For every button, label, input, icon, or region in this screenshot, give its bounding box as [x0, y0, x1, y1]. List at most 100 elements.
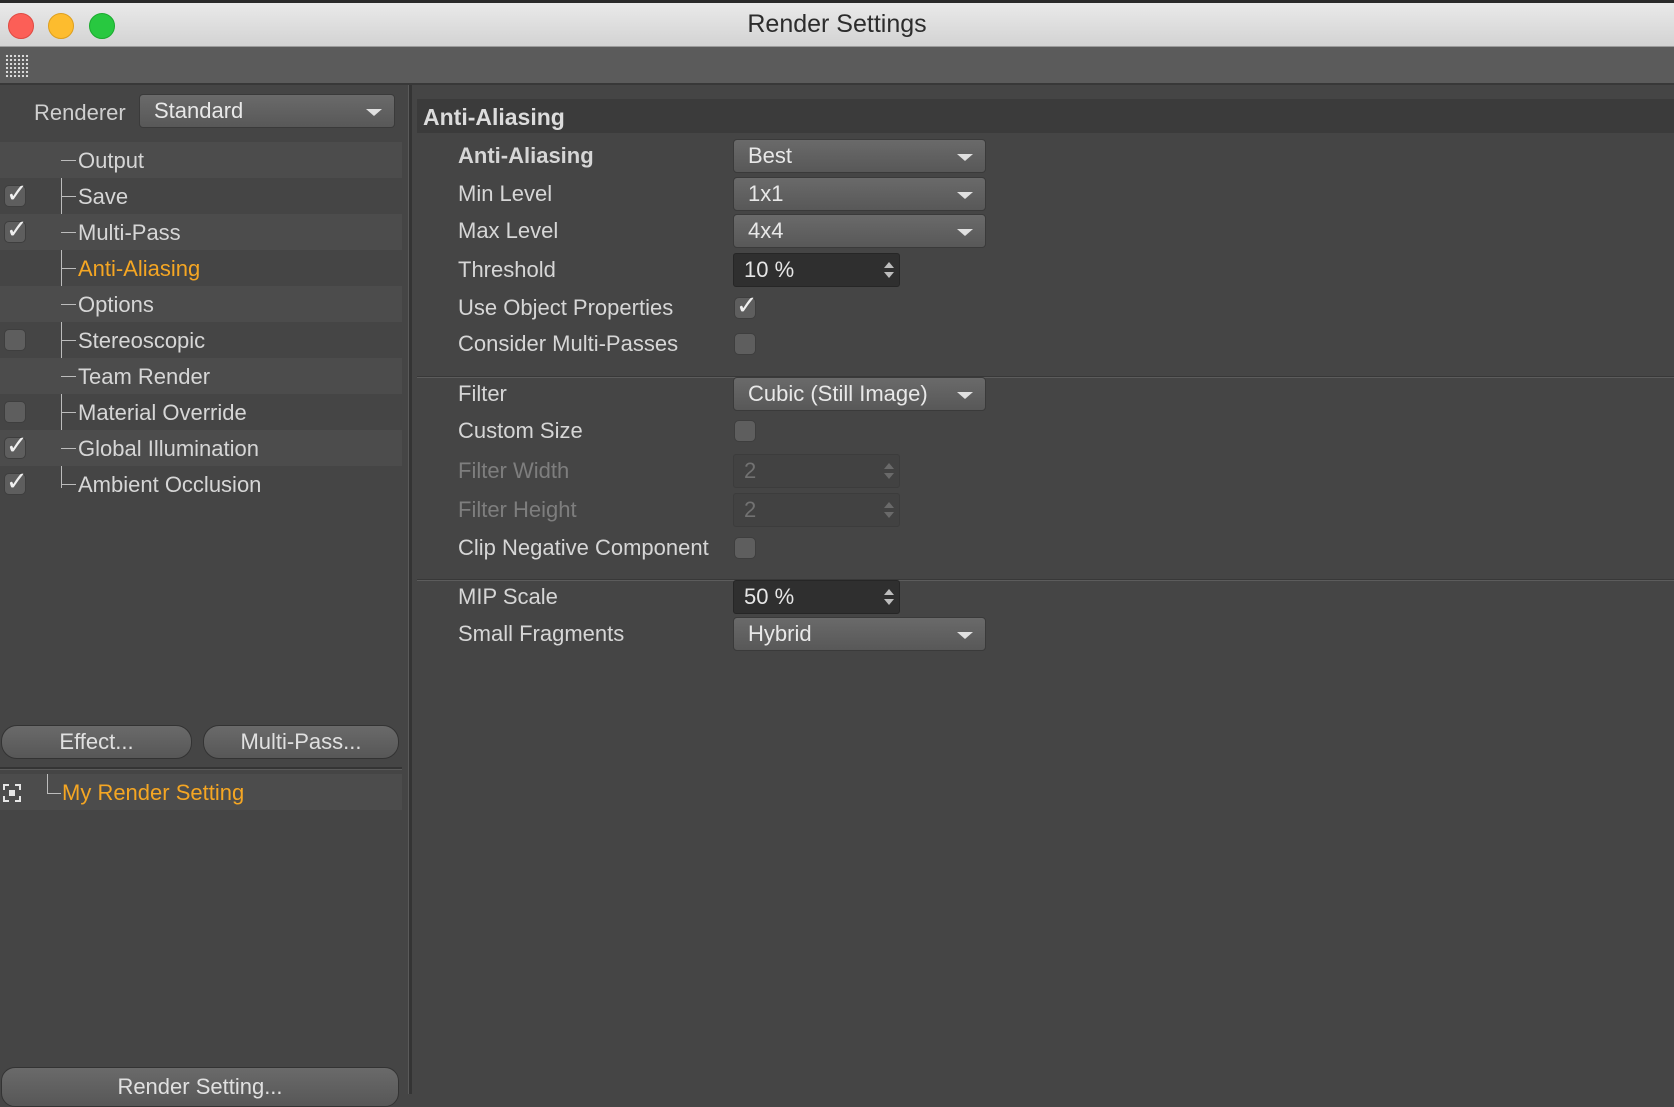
tree-item-team-render[interactable]: Team Render [0, 358, 402, 394]
consider-multi-passes-checkbox[interactable] [734, 333, 756, 355]
filter-row: Filter Cubic (Still Image) [412, 375, 1674, 413]
section-title: Anti-Aliasing [417, 99, 1674, 133]
render-setting-icon[interactable] [3, 784, 21, 802]
check-icon: ✓ [6, 466, 28, 496]
tree-item-material-override[interactable]: Material Override [0, 394, 402, 430]
min-level-dropdown[interactable]: 1x1 [733, 177, 986, 211]
effect-button[interactable]: Effect... [1, 725, 192, 759]
chevron-down-icon [957, 229, 973, 236]
tree-item-label: Multi-Pass [78, 220, 181, 245]
mip-scale-row: MIP Scale 50 % [412, 578, 1674, 616]
tree-item-anti-aliasing[interactable]: Anti-Aliasing [0, 250, 402, 286]
max-level-dropdown[interactable]: 4x4 [733, 214, 986, 248]
filter-width-row: Filter Width 2 [412, 452, 1674, 490]
filter-label: Filter [458, 381, 732, 411]
global-illumination-checkbox[interactable]: ✓ [4, 432, 28, 459]
small-fragments-value: Hybrid [748, 621, 812, 646]
filter-width-label: Filter Width [458, 458, 732, 488]
tree-branch [61, 448, 76, 449]
chevron-down-icon [957, 154, 973, 161]
render-setting-item[interactable]: My Render Setting [0, 774, 402, 810]
anti-aliasing-value: Best [748, 143, 793, 168]
tree-item-label: Output [78, 148, 145, 173]
title-bar-top-edge [0, 0, 1674, 3]
min-level-label: Min Level [458, 181, 732, 211]
save-checkbox[interactable]: ✓ [4, 180, 28, 207]
filter-height-input[interactable]: 2 [733, 493, 900, 527]
tree-item-global-illumination[interactable]: ✓ Global Illumination [0, 430, 402, 466]
filter-dropdown[interactable]: Cubic (Still Image) [733, 377, 986, 411]
ambient-occlusion-checkbox[interactable]: ✓ [4, 468, 28, 495]
mip-scale-label: MIP Scale [458, 584, 732, 614]
check-icon: ✓ [6, 214, 28, 244]
min-level-row: Min Level 1x1 [412, 175, 1674, 213]
filter-width-input[interactable]: 2 [733, 454, 900, 488]
panel-grip-icon[interactable] [5, 54, 29, 78]
material-override-checkbox[interactable] [4, 401, 26, 423]
stepper-arrows-icon[interactable] [884, 463, 894, 481]
tree-branch [61, 340, 76, 341]
tree-branch [61, 196, 76, 197]
tree-branch [61, 376, 76, 377]
tree-item-label: Ambient Occlusion [78, 472, 262, 497]
chevron-down-icon [957, 392, 973, 399]
window-title: Render Settings [747, 10, 927, 38]
stepper-arrows-icon[interactable] [884, 502, 894, 520]
anti-aliasing-dropdown[interactable]: Best [733, 139, 986, 173]
tree-branch [61, 268, 76, 269]
tree-branch [47, 774, 61, 794]
tree-item-stereoscopic[interactable]: Stereoscopic [0, 322, 402, 358]
mip-scale-value: 50 % [744, 584, 795, 609]
left-panel: Renderer Standard Output ✓ Save ✓ Multi-… [0, 85, 408, 1107]
consider-multi-passes-label: Consider Multi-Passes [458, 331, 732, 361]
filter-height-label: Filter Height [458, 497, 732, 527]
filter-height-value: 2 [744, 497, 757, 522]
max-level-row: Max Level 4x4 [412, 212, 1674, 250]
max-level-value: 4x4 [748, 218, 784, 243]
tree-item-output[interactable]: Output [0, 142, 402, 178]
threshold-label: Threshold [458, 257, 732, 287]
render-setting-button[interactable]: Render Setting... [1, 1067, 399, 1107]
check-icon: ✓ [6, 430, 28, 460]
tree-item-label: Material Override [78, 400, 247, 425]
small-fragments-dropdown[interactable]: Hybrid [733, 617, 986, 651]
tree-item-save[interactable]: ✓ Save [0, 178, 402, 214]
title-bar: Render Settings [0, 0, 1674, 47]
anti-aliasing-label: Anti-Aliasing [458, 143, 732, 173]
max-level-label: Max Level [458, 218, 732, 248]
tree-branch [61, 232, 76, 233]
divider [0, 767, 402, 770]
tree-item-label: Save [78, 184, 129, 209]
threshold-input[interactable]: 10 % [733, 253, 900, 287]
stepper-arrows-icon[interactable] [884, 589, 894, 607]
small-fragments-row: Small Fragments Hybrid [412, 615, 1674, 653]
tree-branch [61, 484, 76, 485]
filter-value: Cubic (Still Image) [748, 381, 928, 406]
stereoscopic-checkbox[interactable] [4, 329, 26, 351]
mip-scale-input[interactable]: 50 % [733, 580, 900, 614]
stepper-arrows-icon[interactable] [884, 262, 894, 280]
threshold-value: 10 % [744, 257, 795, 282]
tree-item-label: Global Illumination [78, 436, 259, 461]
clip-negative-component-checkbox[interactable] [734, 537, 756, 559]
tree-item-options[interactable]: Options [0, 286, 402, 322]
toolbar [0, 47, 1674, 85]
anti-aliasing-row: Anti-Aliasing Best [412, 137, 1674, 175]
render-setting-name: My Render Setting [62, 780, 245, 805]
tree-item-label: Team Render [78, 364, 211, 389]
tree-item-ambient-occlusion[interactable]: ✓ Ambient Occlusion [0, 466, 402, 502]
check-icon: ✓ [6, 178, 28, 208]
multi-pass-button[interactable]: Multi-Pass... [203, 725, 399, 759]
filter-width-value: 2 [744, 458, 757, 483]
check-icon: ✓ [736, 290, 758, 320]
renderer-dropdown[interactable]: Standard [139, 94, 395, 128]
use-object-properties-row: Use Object Properties ✓ [412, 289, 1674, 327]
tree-item-multi-pass[interactable]: ✓ Multi-Pass [0, 214, 402, 250]
custom-size-checkbox[interactable] [734, 420, 756, 442]
filter-height-row: Filter Height 2 [412, 491, 1674, 529]
tree-item-label: Stereoscopic [78, 328, 206, 353]
settings-panel: Anti-Aliasing Anti-Aliasing Best Min Lev… [412, 85, 1674, 1094]
multi-pass-checkbox[interactable]: ✓ [4, 216, 28, 243]
clip-negative-component-label: Clip Negative Component [458, 535, 732, 565]
use-object-properties-checkbox[interactable]: ✓ [734, 292, 758, 319]
